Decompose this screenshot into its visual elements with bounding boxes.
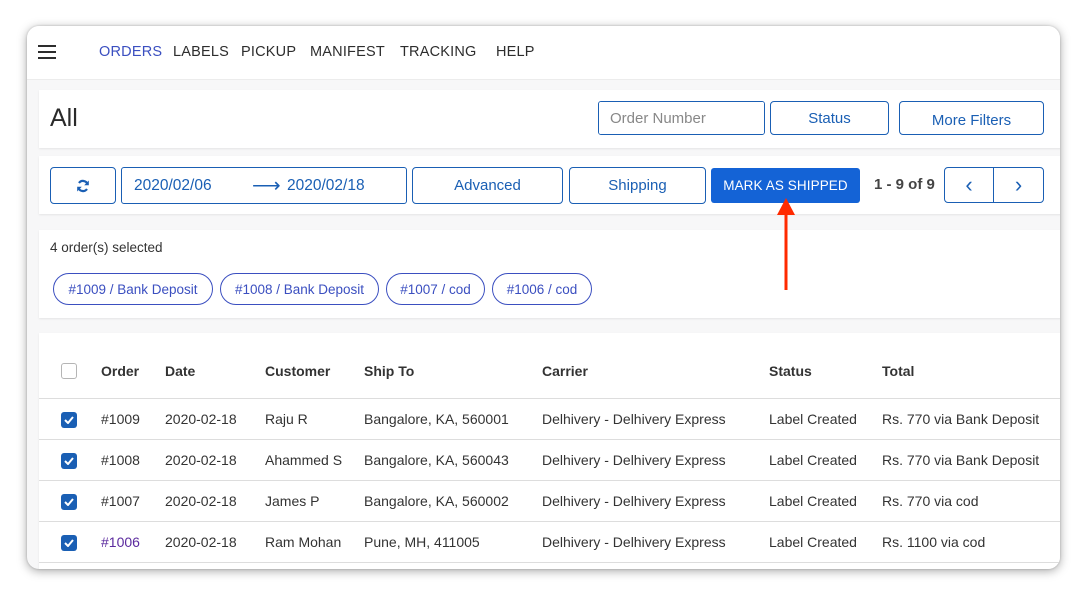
- column-header-order[interactable]: Order: [101, 363, 139, 379]
- shipping-button[interactable]: Shipping: [569, 167, 706, 204]
- ship-to-address: Pune, MH, 411005: [364, 534, 480, 550]
- ship-to-address: Bangalore, KA, 560001: [364, 411, 509, 427]
- header-panel: All Status More Filters: [39, 90, 1060, 148]
- order-total: Rs. 770 via Bank Deposit: [882, 411, 1040, 427]
- top-navigation: ORDERS LABELS PICKUP MANIFEST TRACKING H…: [27, 26, 1060, 80]
- advanced-button[interactable]: Advanced: [412, 167, 563, 204]
- order-status: Label Created: [769, 534, 857, 550]
- row-checkbox[interactable]: [61, 412, 77, 428]
- nav-manifest[interactable]: MANIFEST: [310, 44, 385, 60]
- order-search: [598, 101, 765, 135]
- column-header-customer[interactable]: Customer: [265, 363, 330, 379]
- date-range-picker[interactable]: 2020/02/06 ⟶ 2020/02/18: [121, 167, 407, 204]
- selection-panel: 4 order(s) selected #1009 / Bank Deposit…: [39, 230, 1060, 318]
- ship-to-address: Bangalore, KA, 560043: [364, 452, 509, 468]
- carrier-name: Delhivery - Delhivery Express: [542, 452, 726, 468]
- status-filter-button[interactable]: Status: [770, 101, 889, 135]
- nav-help[interactable]: HELP: [496, 44, 535, 60]
- ship-to-address: Bangalore, KA, 560002: [364, 493, 509, 509]
- arrow-right-icon: ⟶: [252, 175, 281, 197]
- page-title: All: [50, 104, 78, 132]
- order-date: 2020-02-18: [165, 534, 237, 550]
- order-date: 2020-02-18: [165, 452, 237, 468]
- column-header-total[interactable]: Total: [882, 363, 914, 379]
- order-total: Rs. 770 via cod: [882, 493, 979, 509]
- nav-pickup[interactable]: PICKUP: [241, 44, 296, 60]
- select-all-checkbox[interactable]: [61, 363, 77, 379]
- refresh-icon: [77, 179, 89, 192]
- pagination-info: 1 - 9 of 9: [874, 176, 935, 193]
- row-checkbox[interactable]: [61, 535, 77, 551]
- nav-labels[interactable]: LABELS: [173, 44, 229, 60]
- table-row[interactable]: #1006 2020-02-18 Ram Mohan Pune, MH, 411005…: [39, 522, 1060, 563]
- toolbar-panel: 2020/02/06 ⟶ 2020/02/18 Advanced Shippin…: [39, 156, 1060, 214]
- selected-order-chip[interactable]: #1007 / cod: [386, 273, 485, 305]
- selected-order-chip[interactable]: #1006 / cod: [492, 273, 592, 305]
- check-icon: [64, 416, 74, 424]
- order-date: 2020-02-18: [165, 493, 237, 509]
- nav-orders[interactable]: ORDERS: [99, 44, 162, 60]
- customer-name: Ahammed S: [265, 452, 343, 468]
- order-status: Label Created: [769, 493, 857, 509]
- order-number-link[interactable]: #1009: [101, 411, 140, 427]
- check-icon: [64, 498, 74, 506]
- order-total: Rs. 770 via Bank Deposit: [882, 452, 1040, 468]
- orders-table: Order Date Customer Ship To Carrier Stat…: [39, 333, 1060, 569]
- carrier-name: Delhivery - Delhivery Express: [542, 411, 726, 427]
- next-page-button[interactable]: ›: [993, 167, 1044, 203]
- check-icon: [64, 539, 74, 547]
- row-checkbox[interactable]: [61, 453, 77, 469]
- chevron-right-icon: ›: [1014, 172, 1023, 197]
- order-number-link[interactable]: #1006: [101, 534, 140, 550]
- date-to[interactable]: 2020/02/18: [287, 177, 365, 195]
- mark-as-shipped-button[interactable]: MARK AS SHIPPED: [711, 168, 860, 203]
- prev-page-button[interactable]: ‹: [944, 167, 994, 203]
- table-row[interactable]: #1007 2020-02-18 James P Bangalore, KA, 560…: [39, 481, 1060, 522]
- selected-order-chip[interactable]: #1008 / Bank Deposit: [220, 273, 379, 305]
- column-header-carrier[interactable]: Carrier: [542, 363, 588, 379]
- customer-name: Ram Mohan: [265, 534, 342, 550]
- order-number-link[interactable]: #1008: [101, 452, 140, 468]
- column-header-date[interactable]: Date: [165, 363, 195, 379]
- selected-order-chip[interactable]: #1009 / Bank Deposit: [53, 273, 213, 305]
- selected-count: 4 order(s) selected: [50, 240, 163, 255]
- order-total: Rs. 1100 via cod: [882, 534, 986, 550]
- column-header-ship-to[interactable]: Ship To: [364, 363, 414, 379]
- carrier-name: Delhivery - Delhivery Express: [542, 493, 726, 509]
- order-number-link[interactable]: #1007: [101, 493, 140, 509]
- refresh-button[interactable]: [50, 167, 116, 204]
- table-row[interactable]: #1009 2020-02-18 Raju R Bangalore, KA, 5600…: [39, 399, 1060, 440]
- table-row[interactable]: #1008 2020-02-18 Ahammed S Bangalore, KA, 5…: [39, 440, 1060, 481]
- carrier-name: Delhivery - Delhivery Express: [542, 534, 726, 550]
- chevron-left-icon: ‹: [965, 172, 973, 197]
- more-filters-button[interactable]: More Filters: [899, 101, 1044, 135]
- nav-tracking[interactable]: TRACKING: [400, 44, 477, 60]
- customer-name: Raju R: [265, 411, 308, 427]
- customer-name: James P: [265, 493, 320, 509]
- row-checkbox[interactable]: [61, 494, 77, 510]
- hamburger-menu-icon[interactable]: [38, 45, 56, 59]
- check-icon: [64, 457, 74, 465]
- order-number-input[interactable]: [599, 102, 764, 134]
- order-status: Label Created: [769, 452, 857, 468]
- column-header-status[interactable]: Status: [769, 363, 812, 379]
- date-from[interactable]: 2020/02/06: [134, 177, 212, 195]
- order-date: 2020-02-18: [165, 411, 237, 427]
- order-status: Label Created: [769, 411, 857, 427]
- app-window: ORDERS LABELS PICKUP MANIFEST TRACKING H…: [27, 26, 1060, 569]
- row-divider: [39, 562, 1060, 563]
